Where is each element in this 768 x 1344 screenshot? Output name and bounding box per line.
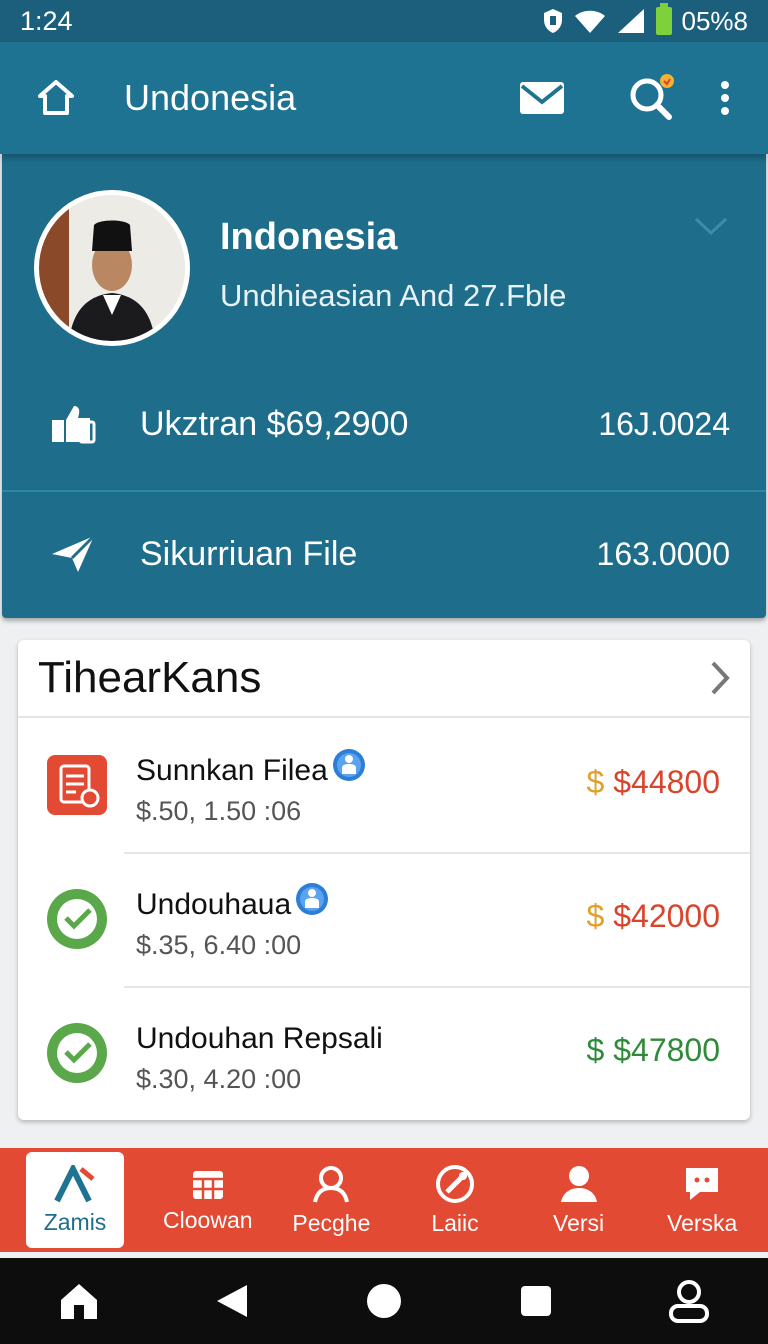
app-bar: Undonesia bbox=[0, 42, 768, 154]
document-icon bbox=[46, 754, 108, 816]
chat-icon bbox=[686, 1167, 719, 1200]
transaction-amount: $ $42000 bbox=[586, 898, 720, 934]
battery-icon bbox=[655, 3, 672, 35]
account-icon[interactable] bbox=[668, 1279, 710, 1323]
transaction-amount: $ $47800 bbox=[586, 1032, 720, 1068]
profile-row-value: 163.0000 bbox=[596, 535, 730, 572]
card-header[interactable]: TihearKans bbox=[18, 640, 750, 718]
logo-a-icon bbox=[54, 1164, 95, 1202]
transaction-row[interactable]: Undouhan Repsali $.30, 4.20 :00 $ $47800 bbox=[18, 988, 750, 1122]
status-bar: 1:24 05%8 bbox=[0, 0, 768, 42]
transaction-title: Sunnkan Filea bbox=[136, 749, 366, 788]
check-circle-icon bbox=[46, 888, 108, 950]
mail-icon[interactable] bbox=[510, 66, 574, 130]
app-title: Undonesia bbox=[124, 77, 297, 118]
nav-item-versi[interactable]: Versi bbox=[517, 1148, 641, 1252]
profile-row-value: 16J.0024 bbox=[598, 405, 730, 442]
status-time: 1:24 bbox=[20, 5, 73, 36]
circle-home-icon[interactable] bbox=[365, 1282, 403, 1320]
nav-item-cloowan[interactable]: Cloowan bbox=[146, 1148, 270, 1252]
transaction-row[interactable]: Undouhaua $.35, 6.40 :00 $ $42000 bbox=[18, 854, 750, 988]
transaction-title: Undouhaua bbox=[136, 883, 329, 922]
transaction-title-text: Undouhaua bbox=[136, 888, 292, 921]
signal-icon bbox=[617, 9, 644, 33]
calendar-icon bbox=[192, 1170, 223, 1199]
transaction-title-text: Undouhan Repsali bbox=[136, 1022, 383, 1055]
shield-icon bbox=[543, 9, 562, 33]
profile-row-file[interactable]: Sikurriuan File 163.0000 bbox=[2, 492, 766, 616]
card-title: TihearKans bbox=[38, 653, 262, 702]
system-nav-bar bbox=[0, 1258, 768, 1344]
status-icons: 05%8 bbox=[542, 3, 749, 37]
person-badge-icon bbox=[296, 883, 329, 915]
bottom-nav: Zamis Cloowan Pecghe Laiic Versi Verska bbox=[0, 1148, 768, 1252]
chevron-right-icon[interactable] bbox=[710, 661, 730, 695]
transaction-date: $.50, 1.50 :06 bbox=[136, 796, 302, 826]
transaction-date: $.30, 4.20 :00 bbox=[136, 1064, 302, 1094]
nav-item-zamis[interactable]: Zamis bbox=[26, 1152, 124, 1248]
profile-row-label: Sikurriuan File bbox=[140, 534, 358, 573]
chevron-down-icon[interactable] bbox=[694, 216, 728, 241]
profile-name: Indonesia bbox=[220, 216, 398, 258]
nav-item-laiic[interactable]: Laiic bbox=[393, 1148, 517, 1252]
nav-label: Cloowan bbox=[163, 1206, 253, 1233]
profile-row-balance[interactable]: Ukztran $69,2900 16J.0024 bbox=[2, 362, 766, 486]
nav-label: Zamis bbox=[43, 1208, 107, 1235]
recents-icon[interactable] bbox=[519, 1284, 553, 1318]
send-icon bbox=[46, 527, 100, 581]
transaction-title: Undouhan Repsali bbox=[136, 1022, 383, 1056]
home-icon[interactable] bbox=[58, 1281, 100, 1321]
transaction-title-text: Sunnkan Filea bbox=[136, 754, 328, 787]
home-icon[interactable] bbox=[24, 66, 88, 130]
profile-subtitle: Undhieasian And 27.Fble bbox=[220, 278, 567, 313]
person-icon bbox=[313, 1165, 350, 1202]
transaction-date: $.35, 6.40 :00 bbox=[136, 930, 302, 960]
nav-label: Versi bbox=[553, 1209, 605, 1236]
back-icon[interactable] bbox=[215, 1283, 249, 1319]
person-badge-icon bbox=[332, 749, 365, 781]
nav-item-pecghe[interactable]: Pecghe bbox=[270, 1148, 394, 1252]
search-icon[interactable] bbox=[620, 66, 684, 130]
user-icon bbox=[560, 1165, 597, 1202]
nav-label: Verska bbox=[667, 1209, 738, 1236]
tool-icon bbox=[435, 1164, 474, 1203]
transactions-card: TihearKans Sunnkan Filea $.50, 1.50 :06 … bbox=[18, 640, 750, 1120]
nav-label: Laiic bbox=[431, 1209, 479, 1236]
nav-label: Pecghe bbox=[292, 1209, 371, 1236]
more-vert-icon[interactable] bbox=[710, 66, 740, 130]
battery-text: 05%8 bbox=[681, 5, 749, 36]
nav-item-verska[interactable]: Verska bbox=[640, 1148, 764, 1252]
check-circle-icon bbox=[46, 1022, 108, 1084]
profile-row-label: Ukztran $69,2900 bbox=[140, 404, 409, 443]
transaction-amount: $ $44800 bbox=[586, 764, 720, 800]
wifi-icon bbox=[574, 10, 605, 33]
transaction-row[interactable]: Sunnkan Filea $.50, 1.50 :06 $ $44800 bbox=[18, 720, 750, 854]
profile-panel: Indonesia Undhieasian And 27.Fble Ukztra… bbox=[2, 154, 766, 618]
thumbs-up-icon bbox=[46, 397, 100, 451]
avatar[interactable] bbox=[34, 190, 190, 346]
